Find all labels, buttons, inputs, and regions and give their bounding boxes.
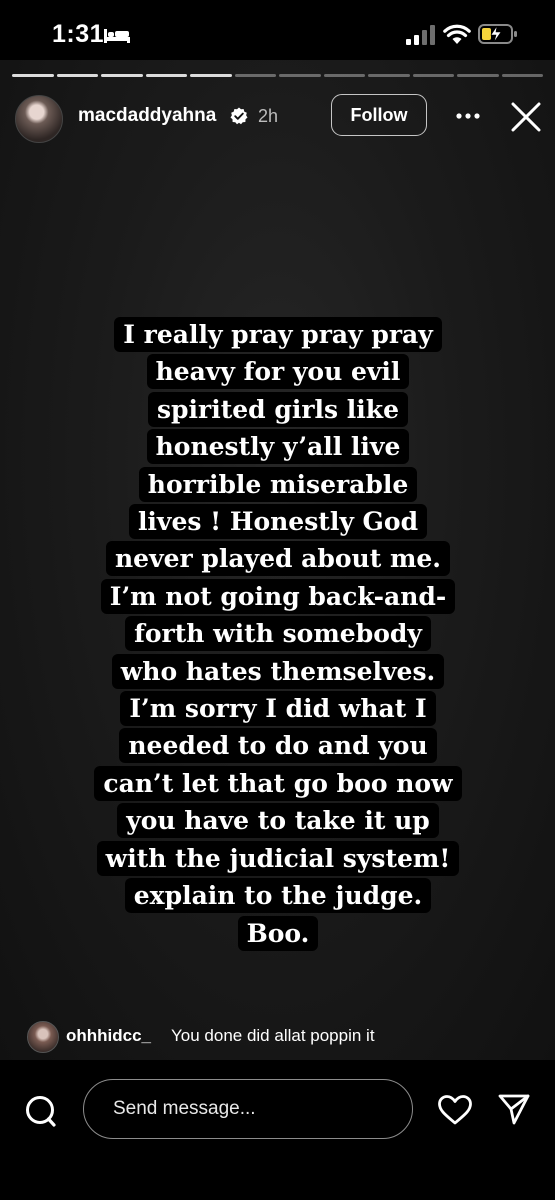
story-progress-segment bbox=[56, 74, 98, 77]
story-text-line: with the judicial system! bbox=[96, 840, 460, 876]
story-username[interactable]: macdaddyahna bbox=[78, 105, 216, 127]
story-text-line: I’m sorry I did what I bbox=[120, 691, 436, 727]
story-text-line: heavy for you evil bbox=[146, 354, 410, 390]
story-text-line: honestly y’all live bbox=[146, 429, 410, 465]
story-text-line: who hates themselves. bbox=[111, 653, 445, 689]
status-time: 1:31 bbox=[52, 20, 105, 48]
story-text-line: Boo. bbox=[237, 915, 319, 951]
story-text-line: can’t let that go boo now bbox=[94, 765, 462, 801]
heart-icon[interactable] bbox=[437, 1094, 473, 1126]
battery-charging-icon bbox=[478, 24, 517, 44]
verified-badge-icon bbox=[230, 107, 248, 125]
close-icon[interactable] bbox=[510, 101, 542, 133]
story-progress-segment bbox=[457, 74, 499, 77]
story-progress-segment bbox=[412, 74, 454, 77]
story-text-line: never played about me. bbox=[105, 541, 451, 577]
story-progress-segment bbox=[368, 74, 410, 77]
story-progress-segment bbox=[145, 74, 187, 77]
comment-username[interactable]: ohhhidcc_ bbox=[66, 1026, 151, 1046]
story-progress-segment bbox=[234, 74, 276, 77]
story-time-ago: 2h bbox=[258, 106, 279, 126]
send-icon[interactable] bbox=[497, 1092, 531, 1126]
comment-text: You done did allat poppin it bbox=[171, 1026, 375, 1045]
story-text-line: spirited girls like bbox=[147, 391, 408, 427]
camera-icon[interactable] bbox=[24, 1094, 58, 1128]
story-progress-segment bbox=[501, 74, 543, 77]
story-progress-segment bbox=[12, 74, 54, 77]
avatar[interactable] bbox=[15, 95, 63, 143]
more-options-icon[interactable] bbox=[455, 112, 481, 120]
story-text-line: I’m not going back-and- bbox=[100, 578, 456, 614]
story-progress-segment bbox=[323, 74, 365, 77]
story-text-block: I really pray pray pray heavy for you evi… bbox=[52, 316, 504, 952]
story-progress-segment bbox=[279, 74, 321, 77]
comment-avatar[interactable] bbox=[27, 1021, 59, 1053]
wifi-icon bbox=[443, 24, 471, 44]
send-message-input[interactable] bbox=[83, 1079, 413, 1139]
story-progress-segment bbox=[190, 74, 232, 77]
bed-icon bbox=[104, 29, 130, 43]
story-text-line: forth with somebody bbox=[125, 616, 431, 652]
status-bar: 1:31 bbox=[0, 0, 555, 60]
follow-button[interactable]: Follow bbox=[331, 94, 427, 136]
story-text-line: needed to do and you bbox=[119, 728, 437, 764]
signal-icon bbox=[406, 25, 435, 45]
story-text-line: I really pray pray pray bbox=[114, 317, 442, 352]
story-progress-bar bbox=[12, 74, 543, 78]
story-text-line: explain to the judge. bbox=[124, 878, 432, 914]
story-text-line: lives ! Honestly God bbox=[128, 504, 428, 540]
story-text-line: horrible miserable bbox=[138, 466, 418, 502]
story-progress-segment bbox=[101, 74, 143, 77]
story-text-line: you have to take it up bbox=[117, 803, 439, 839]
